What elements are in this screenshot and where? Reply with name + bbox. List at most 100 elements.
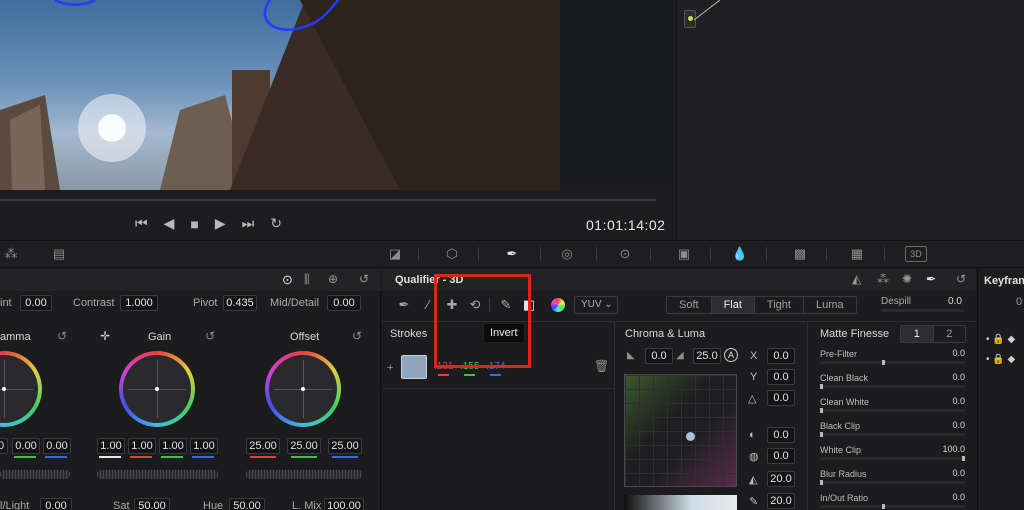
slider-knob[interactable] — [962, 456, 965, 461]
light-field[interactable]: 0.00 — [40, 498, 72, 510]
crosshair-icon[interactable]: ✛ — [100, 329, 110, 343]
color-wheels-mode-icon[interactable]: ⊙ — [282, 272, 293, 288]
gain-wheel[interactable] — [119, 351, 195, 427]
slider-knob[interactable] — [820, 384, 823, 389]
matte-row[interactable]: In/Out Ratio 0.0 — [820, 492, 965, 509]
mode-soft[interactable]: Soft — [667, 297, 712, 313]
slider-knob[interactable] — [820, 432, 823, 437]
offset-b-field[interactable]: 25.00 — [328, 438, 362, 454]
qualifier-reset-icon[interactable]: ↺ — [956, 272, 966, 286]
key-icon[interactable]: ▩ — [791, 246, 809, 262]
gain-r-field[interactable]: 1.00 — [128, 438, 156, 454]
color-warper-icon[interactable]: ⬡ — [443, 246, 461, 262]
contrast-field[interactable]: 1.000 — [120, 295, 158, 311]
rgb-mode-icon[interactable]: ⁂ — [877, 272, 889, 286]
curves-icon[interactable]: ◪ — [386, 246, 404, 262]
despill-slider[interactable] — [881, 309, 964, 312]
stroke-swatch[interactable] — [401, 355, 427, 379]
gamma-b-field[interactable]: 0.00 — [43, 438, 71, 454]
colorspace-dropdown[interactable]: YUV ⌄ — [574, 296, 618, 314]
selection-blob[interactable] — [686, 432, 695, 441]
3d-icon[interactable]: 3D — [905, 246, 927, 262]
slider-knob[interactable] — [820, 480, 823, 485]
hue-field[interactable]: 50.00 — [229, 498, 265, 510]
picker-plus-icon[interactable]: ✚ — [443, 296, 461, 314]
offset-r-field[interactable]: 25.00 — [246, 438, 280, 454]
play-reverse-icon[interactable]: ◀ — [164, 215, 175, 232]
chroma-range-field[interactable]: 0.0 — [645, 348, 673, 364]
matte-tab-1[interactable]: 1 — [901, 326, 933, 342]
gamma-g-field[interactable]: 0.00 — [12, 438, 40, 454]
slider-knob[interactable] — [820, 408, 823, 413]
magic-mask-icon[interactable]: ▣ — [675, 246, 693, 262]
x-field[interactable]: 0.0 — [767, 348, 795, 364]
auto-icon[interactable]: A — [724, 348, 738, 362]
hsl-mode-icon[interactable]: ◭ — [852, 272, 861, 286]
mode-tight[interactable]: Tight — [755, 297, 804, 313]
luma-gradient-bar[interactable] — [624, 495, 737, 510]
skip-to-start-icon[interactable]: ⏮ — [135, 215, 148, 232]
invert-icon[interactable]: ◧ — [520, 296, 538, 314]
add-stroke-icon[interactable]: + — [387, 362, 393, 374]
luma-soft-high-field[interactable]: 20.0 — [767, 493, 795, 509]
pre-filter-slider[interactable] — [820, 361, 965, 364]
slider-knob[interactable] — [882, 360, 885, 365]
gain-b-field[interactable]: 1.00 — [190, 438, 218, 454]
chroma-softness-field[interactable]: 25.0 — [693, 348, 721, 364]
gain-g-field[interactable]: 1.00 — [159, 438, 187, 454]
matte-row[interactable]: White Clip 100.0 — [820, 444, 965, 461]
trash-icon[interactable]: 🗑 — [594, 359, 609, 373]
offset-master-wheel[interactable] — [246, 470, 362, 479]
int-field[interactable]: 0.00 — [20, 295, 52, 311]
offset-reset-icon[interactable]: ↺ — [352, 329, 362, 343]
y-field[interactable]: 0.0 — [767, 369, 795, 385]
white-clip-slider[interactable] — [820, 457, 965, 460]
nodes-icon[interactable]: ⁂ — [2, 246, 20, 262]
skip-to-end-icon[interactable]: ⏭ — [242, 215, 255, 232]
window-icon[interactable]: ◎ — [558, 246, 576, 262]
middetail-field[interactable]: 0.00 — [327, 295, 361, 311]
picker-minus-icon[interactable]: ⁄ — [419, 296, 437, 314]
loop-icon[interactable]: ↻ — [270, 215, 282, 232]
gain-master-wheel[interactable] — [97, 470, 218, 479]
slider-knob[interactable] — [882, 504, 885, 509]
matte-tab-2[interactable]: 2 — [932, 326, 966, 342]
mode-luma[interactable]: Luma — [804, 297, 856, 313]
qualifier-eyedropper-icon[interactable]: ✒ — [503, 246, 521, 262]
keyframe-track-1[interactable]: • 🔒 ◆ — [986, 334, 1015, 345]
offset-wheel[interactable] — [265, 351, 341, 427]
gallery-icon[interactable]: ▤ — [50, 246, 68, 262]
clean-black-slider[interactable] — [820, 385, 965, 388]
matte-row[interactable]: Black Clip 0.0 — [820, 420, 965, 437]
keyframe-track-2[interactable]: • 🔒 ◆ — [986, 354, 1015, 365]
blur-icon[interactable]: 💧 — [731, 246, 749, 262]
matte-row[interactable]: Blur Radius 0.0 — [820, 468, 965, 485]
zoom-icon[interactable]: ⊕ — [328, 272, 338, 286]
luma-mode-icon[interactable]: ✺ — [902, 272, 912, 286]
tracker-icon[interactable]: ⊙ — [616, 246, 634, 262]
matte-row[interactable]: Clean White 0.0 — [820, 396, 965, 413]
in-out-ratio-slider[interactable] — [820, 505, 965, 508]
gamma-y-field[interactable]: 0 — [0, 438, 8, 454]
stop-icon[interactable]: ■ — [190, 216, 198, 232]
gain-y-field[interactable]: 1.00 — [97, 438, 125, 454]
picker-icon[interactable]: ✒ — [395, 296, 413, 314]
sat-field[interactable]: 50.00 — [134, 498, 170, 510]
gamma-reset-icon[interactable]: ↺ — [57, 329, 67, 343]
highlight-icon[interactable]: ✎ — [497, 296, 515, 314]
3d-mode-icon[interactable]: ✒ — [926, 272, 936, 286]
lmix-field[interactable]: 100.00 — [324, 498, 364, 510]
color-space-icon[interactable] — [551, 298, 565, 312]
bars-mode-icon[interactable]: ⫼ — [304, 272, 310, 287]
luma-soft-low-field[interactable]: 20.0 — [767, 471, 795, 487]
offset-g-field[interactable]: 25.00 — [287, 438, 321, 454]
node-editor[interactable] — [676, 0, 1024, 240]
black-clip-slider[interactable] — [820, 433, 965, 436]
gamma-master-wheel[interactable] — [0, 470, 70, 479]
blur-radius-slider[interactable] — [820, 481, 965, 484]
pivot-field[interactable]: 0.435 — [223, 295, 257, 311]
mode-flat[interactable]: Flat — [711, 297, 755, 313]
feather-icon[interactable]: ⟲ — [466, 296, 484, 314]
reset-all-icon[interactable]: ↺ — [359, 272, 369, 286]
z-field[interactable]: 0.0 — [767, 390, 795, 406]
